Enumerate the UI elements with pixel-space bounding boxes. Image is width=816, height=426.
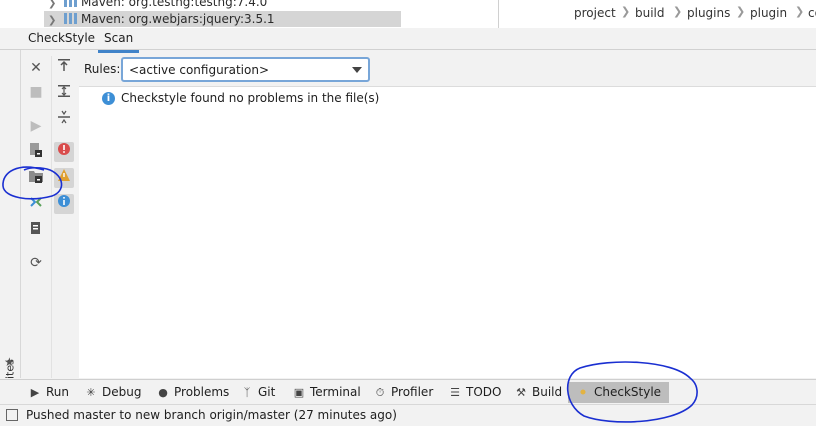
chevron-down-icon [352,67,362,73]
info-icon: i [102,92,115,105]
chevron-right-icon: ❯ [736,5,746,18]
warning-filter-icon[interactable] [54,168,74,188]
problems-icon: ● [158,386,168,399]
build-icon: ⚒ [516,386,526,399]
terminal-icon: ▣ [293,386,305,399]
tool-window-header: CheckStyle Scan [0,28,816,53]
breadcrumb-item[interactable]: plugins [687,6,730,20]
collapse-all-icon[interactable] [54,110,74,130]
check-changes-icon[interactable] [26,220,46,240]
project-tree: ❯ Maven: org.testng:testng:7.4.0 ❯ Maven: … [0,0,498,28]
tab-checkstyle-active[interactable]: ⚫ CheckStyle [568,382,670,403]
tab-profiler[interactable]: ⏱ Profiler [373,382,434,403]
tab-problems[interactable]: ● Problems [156,382,229,403]
layout-toggle-icon[interactable] [6,409,18,421]
status-bar: Pushed master to new branch origin/maste… [0,404,816,426]
chevron-right-icon: ❯ [621,5,631,18]
results-panel: i Checkstyle found no problems in the fi… [79,86,816,378]
chevron-right-icon: ❯ [795,5,805,18]
tool-tab-bar: ▶ Run ✳ Debug ● Problems ᛉ Git ▣ Terminal ⏱ Pr… [0,379,816,404]
breadcrumb-item[interactable]: build [635,6,665,20]
chevron-right-icon: ❯ [673,5,683,18]
status-message[interactable]: Pushed master to new branch origin/maste… [26,408,397,422]
chevron-right-icon[interactable]: ❯ [48,13,64,28]
run-icon[interactable]: ▶ [26,116,46,136]
close-icon[interactable]: ✕ [26,58,46,78]
library-icon [64,13,77,24]
check-file-icon[interactable] [26,142,46,162]
bug-icon: ✳ [86,386,96,399]
tab-build[interactable]: ⚒ Build [514,382,562,403]
breadcrumb: project ❯ build ❯ plugins ❯ plugin ❯ co [499,0,816,28]
left-tool-stripe [0,50,21,378]
rules-select-value: <active configuration> [129,63,269,77]
scroll-to-source-icon[interactable] [54,58,74,78]
run-icon: ▶ [30,386,40,399]
tab-git[interactable]: ᛉ Git [240,382,276,403]
breadcrumb-item[interactable]: project [574,6,616,20]
tab-checkstyle[interactable]: CheckStyle [22,28,101,50]
tab-terminal[interactable]: ▣ Terminal [292,382,361,403]
rules-label: Rules: [84,62,121,76]
check-project-icon[interactable] [26,194,46,214]
tab-debug[interactable]: ✳ Debug [84,382,141,403]
star-icon: ★ [4,355,15,369]
tab-run[interactable]: ▶ Run [28,382,69,403]
tab-scan[interactable]: Scan [98,28,140,53]
breadcrumb-item[interactable]: plugin [750,6,787,20]
library-icon [64,0,77,7]
stop-icon[interactable]: ■ [26,82,46,102]
check-module-icon[interactable] [26,168,46,188]
todo-icon: ☰ [450,386,460,399]
tab-todo[interactable]: ☰ TODO [448,382,501,403]
error-filter-icon[interactable] [54,142,74,162]
rules-select[interactable]: <active configuration> [121,57,370,82]
divider [51,56,52,378]
profiler-icon: ⏱ [375,386,385,399]
git-icon: ᛉ [243,386,251,399]
tree-row[interactable]: ❯ Maven: org.testng:testng:7.4.0 [48,0,267,10]
expand-all-icon[interactable] [54,84,74,104]
refresh-icon[interactable]: ⟳ [26,253,46,273]
result-message[interactable]: Checkstyle found no problems in the file… [121,91,379,105]
info-filter-icon[interactable] [54,194,74,214]
checkstyle-icon: ⚫ [578,386,588,399]
breadcrumb-item[interactable]: co [808,6,816,20]
tree-row[interactable]: ❯ Maven: org.webjars:jquery:3.5.1 [44,11,401,27]
